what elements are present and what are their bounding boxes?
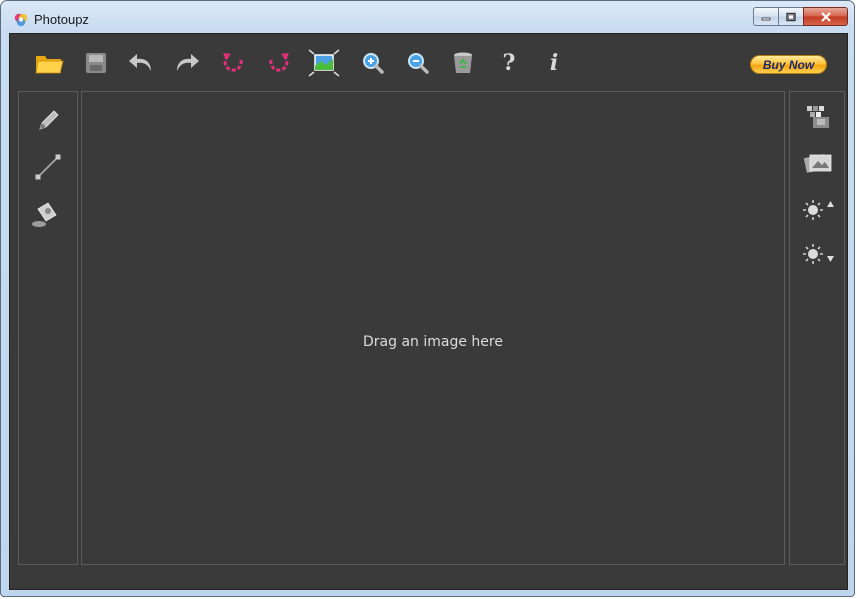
left-tool-panel: [18, 91, 78, 565]
brightness-up-icon: [803, 200, 834, 220]
rotate-right-button[interactable]: [262, 46, 296, 80]
fit-to-screen-icon: [308, 49, 340, 77]
zoom-in-button[interactable]: [356, 46, 390, 80]
minimize-button[interactable]: [753, 7, 778, 26]
undo-button[interactable]: [124, 46, 158, 80]
zoom-out-icon: [408, 53, 429, 74]
undo-icon: [129, 54, 151, 71]
help-icon: ?: [502, 50, 516, 76]
photos-tool[interactable]: [801, 146, 835, 180]
brightness-down-tool[interactable]: [801, 238, 835, 272]
brightness-down-icon: [803, 244, 834, 264]
app-window: Photoupz ? i Buy Now Drag an image here: [0, 0, 855, 597]
line-tool[interactable]: [31, 150, 65, 184]
right-tool-panel: [789, 91, 845, 565]
pencil-tool[interactable]: [31, 104, 65, 138]
save-icon: [86, 53, 106, 73]
line-icon: [35, 154, 61, 180]
zoom-out-button[interactable]: [401, 46, 435, 80]
title-bar[interactable]: Photoupz: [1, 1, 854, 33]
rotate-left-button[interactable]: [216, 46, 250, 80]
close-button[interactable]: [803, 7, 848, 26]
open-folder-icon: [35, 56, 64, 74]
save-button[interactable]: [79, 46, 113, 80]
buy-now-label: Buy Now: [762, 57, 815, 72]
recycle-bin-icon: [454, 52, 472, 73]
main-toolbar: ? i Buy Now: [10, 34, 847, 90]
buy-now-button[interactable]: Buy Now: [750, 55, 827, 74]
open-button[interactable]: [32, 46, 66, 80]
rotate-right-icon: [269, 53, 289, 72]
help-button[interactable]: ?: [492, 46, 526, 80]
fit-to-screen-button[interactable]: [307, 46, 341, 80]
paint-bucket-icon: [32, 202, 57, 227]
client-area: ? i Buy Now Drag an image here: [9, 33, 848, 590]
pixelate-icon: [807, 106, 829, 128]
fill-tool[interactable]: [29, 197, 63, 231]
redo-icon: [177, 54, 199, 71]
maximize-button[interactable]: [778, 7, 803, 26]
app-logo-icon: [14, 13, 28, 27]
caption-buttons: [753, 7, 848, 26]
image-canvas[interactable]: Drag an image here: [81, 91, 785, 565]
close-icon: [820, 11, 831, 22]
drop-placeholder: Drag an image here: [363, 334, 503, 350]
photos-icon: [803, 154, 832, 173]
redo-button[interactable]: [170, 46, 204, 80]
rotate-left-icon: [223, 53, 243, 72]
pixelate-tool[interactable]: [801, 100, 835, 134]
delete-button[interactable]: [446, 46, 480, 80]
info-button[interactable]: i: [537, 46, 571, 80]
window-title: Photoupz: [34, 12, 89, 27]
info-icon: i: [549, 50, 559, 76]
brightness-up-tool[interactable]: [801, 192, 835, 226]
pencil-icon: [39, 110, 59, 130]
restore-icon: [786, 12, 796, 21]
minimize-icon: [761, 17, 771, 20]
zoom-in-icon: [363, 53, 384, 74]
